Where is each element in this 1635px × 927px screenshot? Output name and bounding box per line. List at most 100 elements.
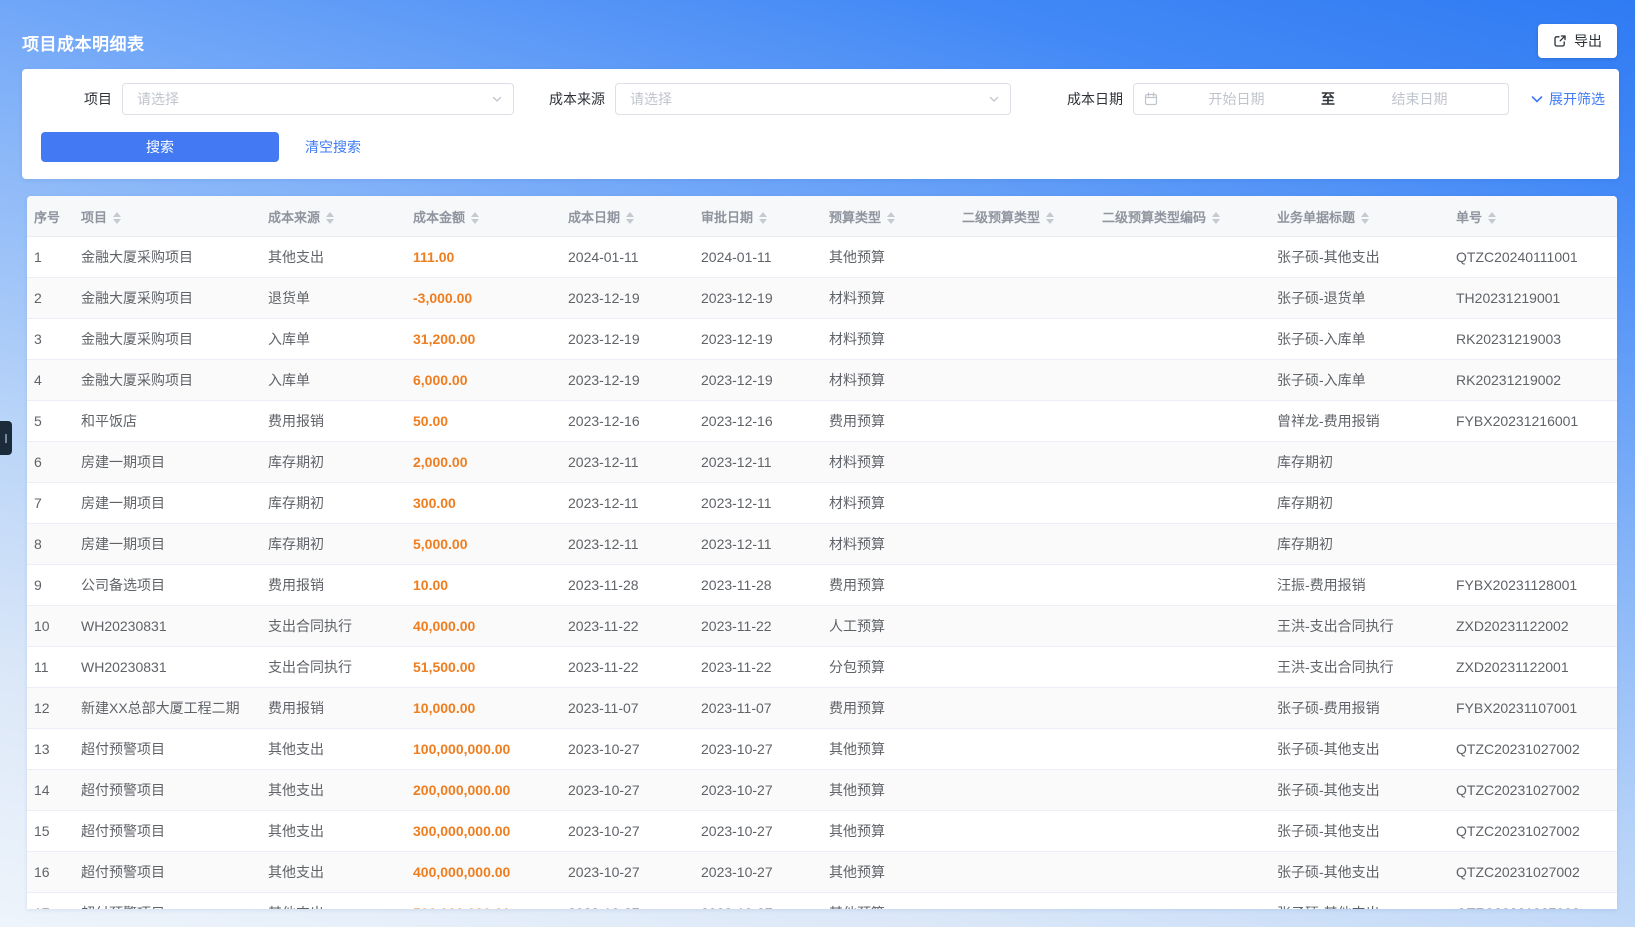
cell-sub-budget-code [1095,565,1270,606]
cell-doc-no: TH20231219001 [1449,278,1617,319]
cell-approve-date: 2023-12-11 [694,483,822,524]
cell-amount: 200,000,000.00 [406,770,561,811]
table-row: 3 金融大厦采购项目 入库单 31,200.00 2023-12-19 2023… [27,319,1617,360]
sort-caret-icon[interactable] [326,212,334,224]
cell-index: 5 [27,401,74,442]
project-select-input[interactable] [135,90,485,108]
cell-source: 费用报销 [261,688,406,729]
cell-sub-budget-code [1095,606,1270,647]
col-header-sub-budget-type[interactable]: 二级预算类型 [955,196,1095,237]
col-header-project[interactable]: 项目 [74,196,261,237]
cell-sub-budget-type [955,360,1095,401]
cell-budget-type: 其他预算 [822,852,955,893]
cell-doc-title: 张子硕-费用报销 [1270,688,1449,729]
cell-cost-date: 2023-10-27 [561,893,694,910]
cell-budget-type: 费用预算 [822,401,955,442]
cell-doc-title: 曾祥龙-费用报销 [1270,401,1449,442]
cell-doc-no: QTZC20231027002 [1449,729,1617,770]
cell-index: 13 [27,729,74,770]
source-select[interactable] [615,83,1011,115]
cell-sub-budget-type [955,524,1095,565]
cell-source: 入库单 [261,319,406,360]
cell-amount: -3,000.00 [406,278,561,319]
sort-caret-icon[interactable] [1488,212,1496,224]
cell-sub-budget-code [1095,360,1270,401]
cell-cost-date: 2023-12-19 [561,319,694,360]
cell-budget-type: 其他预算 [822,770,955,811]
sort-caret-icon[interactable] [471,212,479,224]
export-button[interactable]: 导出 [1538,24,1617,58]
sort-caret-icon[interactable] [113,212,121,224]
cell-index: 17 [27,893,74,910]
cost-table-body: 1 金融大厦采购项目 其他支出 111.00 2024-01-11 2024-0… [27,237,1617,910]
cell-sub-budget-type [955,688,1095,729]
cell-sub-budget-code [1095,893,1270,910]
sort-caret-icon[interactable] [626,212,634,224]
cell-budget-type: 材料预算 [822,524,955,565]
cell-sub-budget-type [955,237,1095,278]
col-header-sub-budget-code[interactable]: 二级预算类型编码 [1095,196,1270,237]
sort-caret-icon[interactable] [1361,212,1369,224]
cell-project: 和平饭店 [74,401,261,442]
sort-caret-icon[interactable] [1046,212,1054,224]
cell-budget-type: 费用预算 [822,688,955,729]
cell-cost-date: 2023-12-11 [561,442,694,483]
col-header-doc-no[interactable]: 单号 [1449,196,1617,237]
cell-amount: 2,000.00 [406,442,561,483]
project-select[interactable] [122,83,514,115]
cell-amount: 10.00 [406,565,561,606]
col-header-amount[interactable]: 成本金额 [406,196,561,237]
cell-project: 金融大厦采购项目 [74,278,261,319]
cell-cost-date: 2023-11-22 [561,606,694,647]
cell-cost-date: 2023-12-11 [561,483,694,524]
cell-sub-budget-type [955,606,1095,647]
clear-search-link[interactable]: 清空搜索 [305,132,361,162]
cell-cost-date: 2023-11-22 [561,647,694,688]
expand-filters-link[interactable]: 展开筛选 [1530,83,1605,115]
cell-budget-type: 材料预算 [822,483,955,524]
cell-sub-budget-type [955,319,1095,360]
cell-doc-no: RK20231219002 [1449,360,1617,401]
sort-caret-icon[interactable] [759,212,767,224]
search-button[interactable]: 搜索 [41,132,279,162]
col-header-source[interactable]: 成本来源 [261,196,406,237]
side-panel-handle[interactable]: ❙ [0,421,12,455]
table-row: 15 超付预警项目 其他支出 300,000,000.00 2023-10-27… [27,811,1617,852]
cell-approve-date: 2023-12-19 [694,278,822,319]
cell-doc-title: 张子硕-其他支出 [1270,237,1449,278]
cell-project: 超付预警项目 [74,811,261,852]
cell-approve-date: 2023-12-19 [694,360,822,401]
cell-doc-no: ZXD20231122001 [1449,647,1617,688]
date-range-picker[interactable]: 至 [1133,83,1509,115]
cell-budget-type: 材料预算 [822,442,955,483]
col-header-doc-title[interactable]: 业务单据标题 [1270,196,1449,237]
end-date-input[interactable] [1341,90,1498,108]
sort-caret-icon[interactable] [887,212,895,224]
cell-index: 4 [27,360,74,401]
cell-budget-type: 其他预算 [822,237,955,278]
col-header-approve-date[interactable]: 审批日期 [694,196,822,237]
handle-grip-icon: ❙ [2,434,10,443]
cell-doc-no: QTZC20240111001 [1449,237,1617,278]
cell-approve-date: 2023-10-27 [694,893,822,910]
cell-sub-budget-type [955,401,1095,442]
cell-approve-date: 2023-12-11 [694,442,822,483]
sort-caret-icon[interactable] [1212,212,1220,224]
cell-sub-budget-code [1095,852,1270,893]
cell-sub-budget-type [955,483,1095,524]
col-header-budget-type[interactable]: 预算类型 [822,196,955,237]
source-select-input[interactable] [628,90,982,108]
export-icon [1553,34,1567,48]
table-row: 17 超付预警项目 其他支出 500,000,000.00 2023-10-27… [27,893,1617,910]
start-date-input[interactable] [1158,90,1315,108]
cell-index: 7 [27,483,74,524]
cell-approve-date: 2023-11-22 [694,647,822,688]
cell-amount: 5,000.00 [406,524,561,565]
cell-index: 8 [27,524,74,565]
cell-cost-date: 2023-12-19 [561,360,694,401]
cell-project: WH20230831 [74,647,261,688]
col-header-cost-date[interactable]: 成本日期 [561,196,694,237]
cell-approve-date: 2023-10-27 [694,811,822,852]
cell-project: 金融大厦采购项目 [74,319,261,360]
cell-doc-title: 张子硕-其他支出 [1270,770,1449,811]
